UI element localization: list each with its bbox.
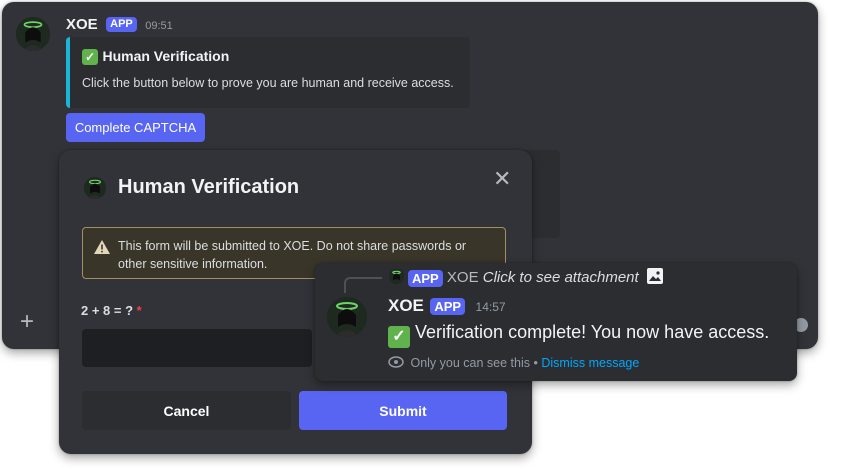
- reply-author[interactable]: XOE: [388, 296, 424, 315]
- reply-header: XOE APP 14:57: [388, 296, 506, 316]
- ref-app-badge: APP: [408, 269, 443, 287]
- cancel-button[interactable]: Cancel: [82, 391, 291, 430]
- embed-title: Human Verification: [102, 48, 230, 64]
- question-label: 2 + 8 = ? *: [81, 303, 142, 318]
- modal-title: Human Verification: [118, 176, 300, 198]
- plus-icon[interactable]: +: [20, 310, 34, 334]
- reply-avatar[interactable]: [327, 297, 367, 337]
- embed: ✓ Human Verification Click the button be…: [66, 37, 470, 108]
- ref-text: Click to see attachment: [482, 269, 639, 286]
- check-emoji-icon: ✓: [388, 326, 410, 348]
- reply-connector: [344, 277, 382, 293]
- message-header: XOE APP 09:51: [66, 16, 173, 34]
- required-mark: *: [136, 303, 142, 318]
- timestamp: 09:51: [145, 20, 173, 32]
- modal-avatar: [84, 177, 106, 199]
- embed-title-row: ✓ Human Verification: [82, 48, 229, 66]
- avatar[interactable]: [16, 17, 50, 51]
- ref-avatar: [389, 269, 404, 284]
- visibility-text: Only you can see this: [410, 356, 530, 370]
- ref-author: XOE: [446, 269, 479, 286]
- complete-captcha-button[interactable]: Complete CAPTCHA: [66, 113, 205, 142]
- warning-icon: [94, 240, 110, 254]
- submit-button[interactable]: Submit: [299, 391, 507, 430]
- author-name[interactable]: XOE: [66, 16, 98, 33]
- reply-timestamp: 14:57: [475, 300, 506, 314]
- dismiss-message-link[interactable]: Dismiss message: [541, 356, 639, 370]
- reply-app-badge: APP: [430, 298, 466, 316]
- eye-icon: [388, 356, 404, 368]
- reply-body: ✓ Verification complete! You now have ac…: [388, 322, 769, 348]
- image-icon: [646, 268, 663, 284]
- separator: •: [533, 356, 538, 370]
- embed-description: Click the button below to prove you are …: [82, 76, 454, 90]
- close-icon[interactable]: ✕: [493, 166, 511, 192]
- reply-reference[interactable]: APP XOE Click to see attachment: [389, 268, 663, 287]
- answer-input[interactable]: [82, 329, 312, 367]
- check-emoji-icon: ✓: [82, 48, 98, 65]
- question-text: 2 + 8 = ?: [81, 303, 134, 318]
- reply-text: Verification complete! You now have acce…: [415, 322, 770, 342]
- app-badge: APP: [106, 17, 137, 33]
- reply-footer: Only you can see this • Dismiss message: [388, 356, 639, 370]
